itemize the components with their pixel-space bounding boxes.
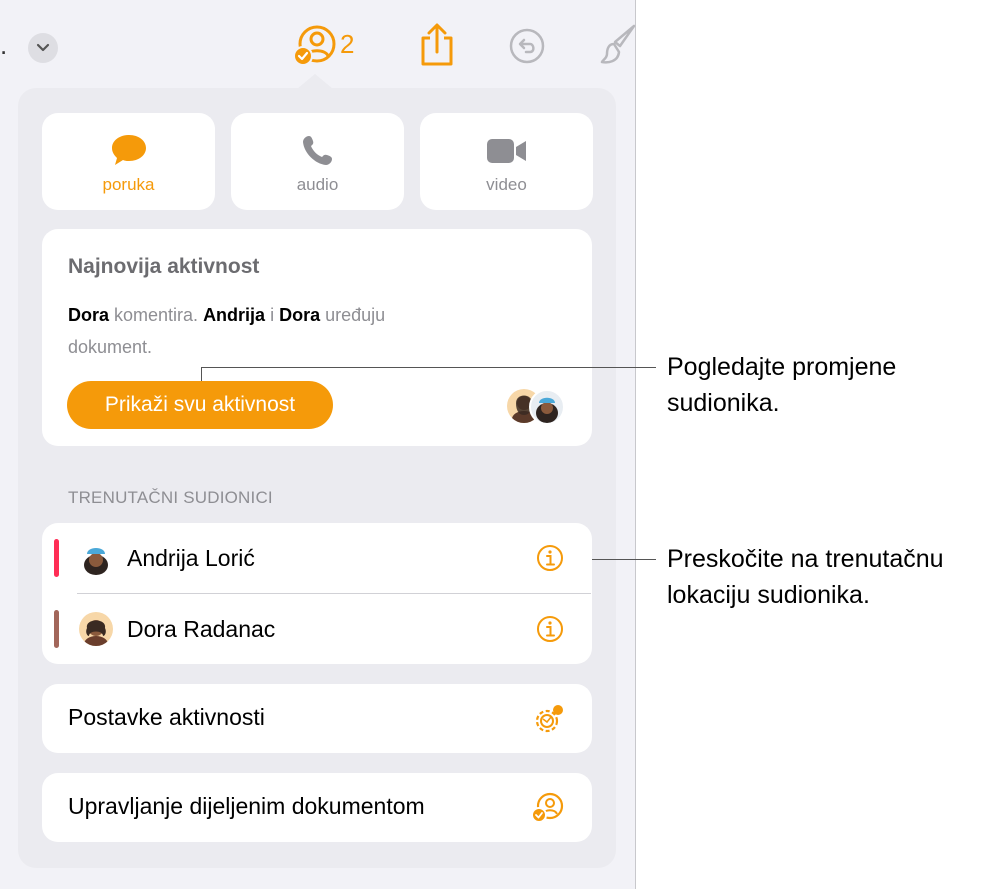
- callout-view-changes: Pogledajte promjene sudionika.: [667, 349, 896, 421]
- format-brush-icon[interactable]: [598, 22, 638, 68]
- share-icon[interactable]: [418, 22, 456, 68]
- activity-settings-label: Postavke aktivnosti: [68, 704, 265, 730]
- activity-settings-row[interactable]: Postavke aktivnosti: [42, 684, 592, 753]
- show-all-activity-button[interactable]: Prikaži svu aktivnost: [67, 381, 333, 429]
- popover-arrow: [297, 74, 333, 89]
- activity-summary: Dora komentira. Andrija i Dora uređuju d…: [68, 299, 468, 363]
- undo-icon[interactable]: [508, 27, 546, 65]
- video-camera-icon: [420, 137, 593, 165]
- activity-name: Andrija: [203, 305, 266, 325]
- manage-shared-document-row[interactable]: Upravljanje dijeljenim dokumentom: [42, 773, 592, 842]
- message-label: poruka: [102, 175, 155, 194]
- collaboration-icon: [531, 792, 564, 823]
- participants-header: TRENUTAČNI SUDIONICI: [68, 488, 273, 507]
- video-button[interactable]: video: [420, 113, 593, 210]
- video-label: video: [486, 175, 527, 194]
- activity-text: komentira.: [109, 305, 204, 325]
- callout-leader: [201, 367, 202, 381]
- participant-color-bar: [54, 610, 59, 648]
- activity-name: Dora: [68, 305, 110, 325]
- callout-line-text: sudionika.: [667, 389, 780, 417]
- callout-leader: [592, 559, 656, 560]
- audio-label: audio: [296, 175, 339, 194]
- avatar: [79, 612, 113, 646]
- participant-row[interactable]: Andrija Lorić: [42, 523, 591, 594]
- info-icon[interactable]: [535, 543, 565, 573]
- manage-shared-document-label: Upravljanje dijeljenim dokumentom: [68, 793, 425, 819]
- callout-line-text: lokaciju sudionika.: [667, 581, 870, 609]
- callout-line-text: Pogledajte promjene: [667, 353, 897, 381]
- collaborator-count: 2: [340, 29, 355, 59]
- toolbar-overflow-text: .: [0, 30, 8, 60]
- message-button[interactable]: poruka: [42, 113, 215, 210]
- avatar: [529, 389, 565, 425]
- message-bubble-icon: [42, 133, 215, 167]
- app-window: . 2 poruka audio video Najnovija aktivno…: [0, 0, 636, 889]
- participant-name: Andrija Lorić: [127, 545, 255, 571]
- callout-jump-location: Preskočite na trenutačnu lokaciju sudion…: [667, 541, 944, 613]
- collaboration-button[interactable]: [292, 24, 372, 68]
- audio-button[interactable]: audio: [231, 113, 404, 210]
- info-icon[interactable]: [535, 614, 565, 644]
- chevron-down-icon[interactable]: [28, 33, 58, 63]
- callout-leader: [201, 367, 656, 368]
- activity-settings-icon: [535, 705, 563, 733]
- activity-text: i: [265, 305, 280, 325]
- avatar: [79, 541, 113, 575]
- collaboration-icon: [293, 25, 336, 66]
- participants-list: Andrija Lorić Dora Radanac: [42, 523, 592, 664]
- participant-color-bar: [54, 539, 59, 577]
- participant-name: Dora Radanac: [127, 616, 276, 642]
- callout-line-text: Preskočite na trenutačnu: [667, 545, 944, 573]
- activity-card: Najnovija aktivnost Dora komentira. Andr…: [42, 229, 592, 446]
- phone-icon: [231, 133, 404, 167]
- activity-title: Najnovija aktivnost: [68, 255, 260, 278]
- participant-row[interactable]: Dora Radanac: [42, 594, 591, 664]
- activity-name: Dora: [279, 305, 321, 325]
